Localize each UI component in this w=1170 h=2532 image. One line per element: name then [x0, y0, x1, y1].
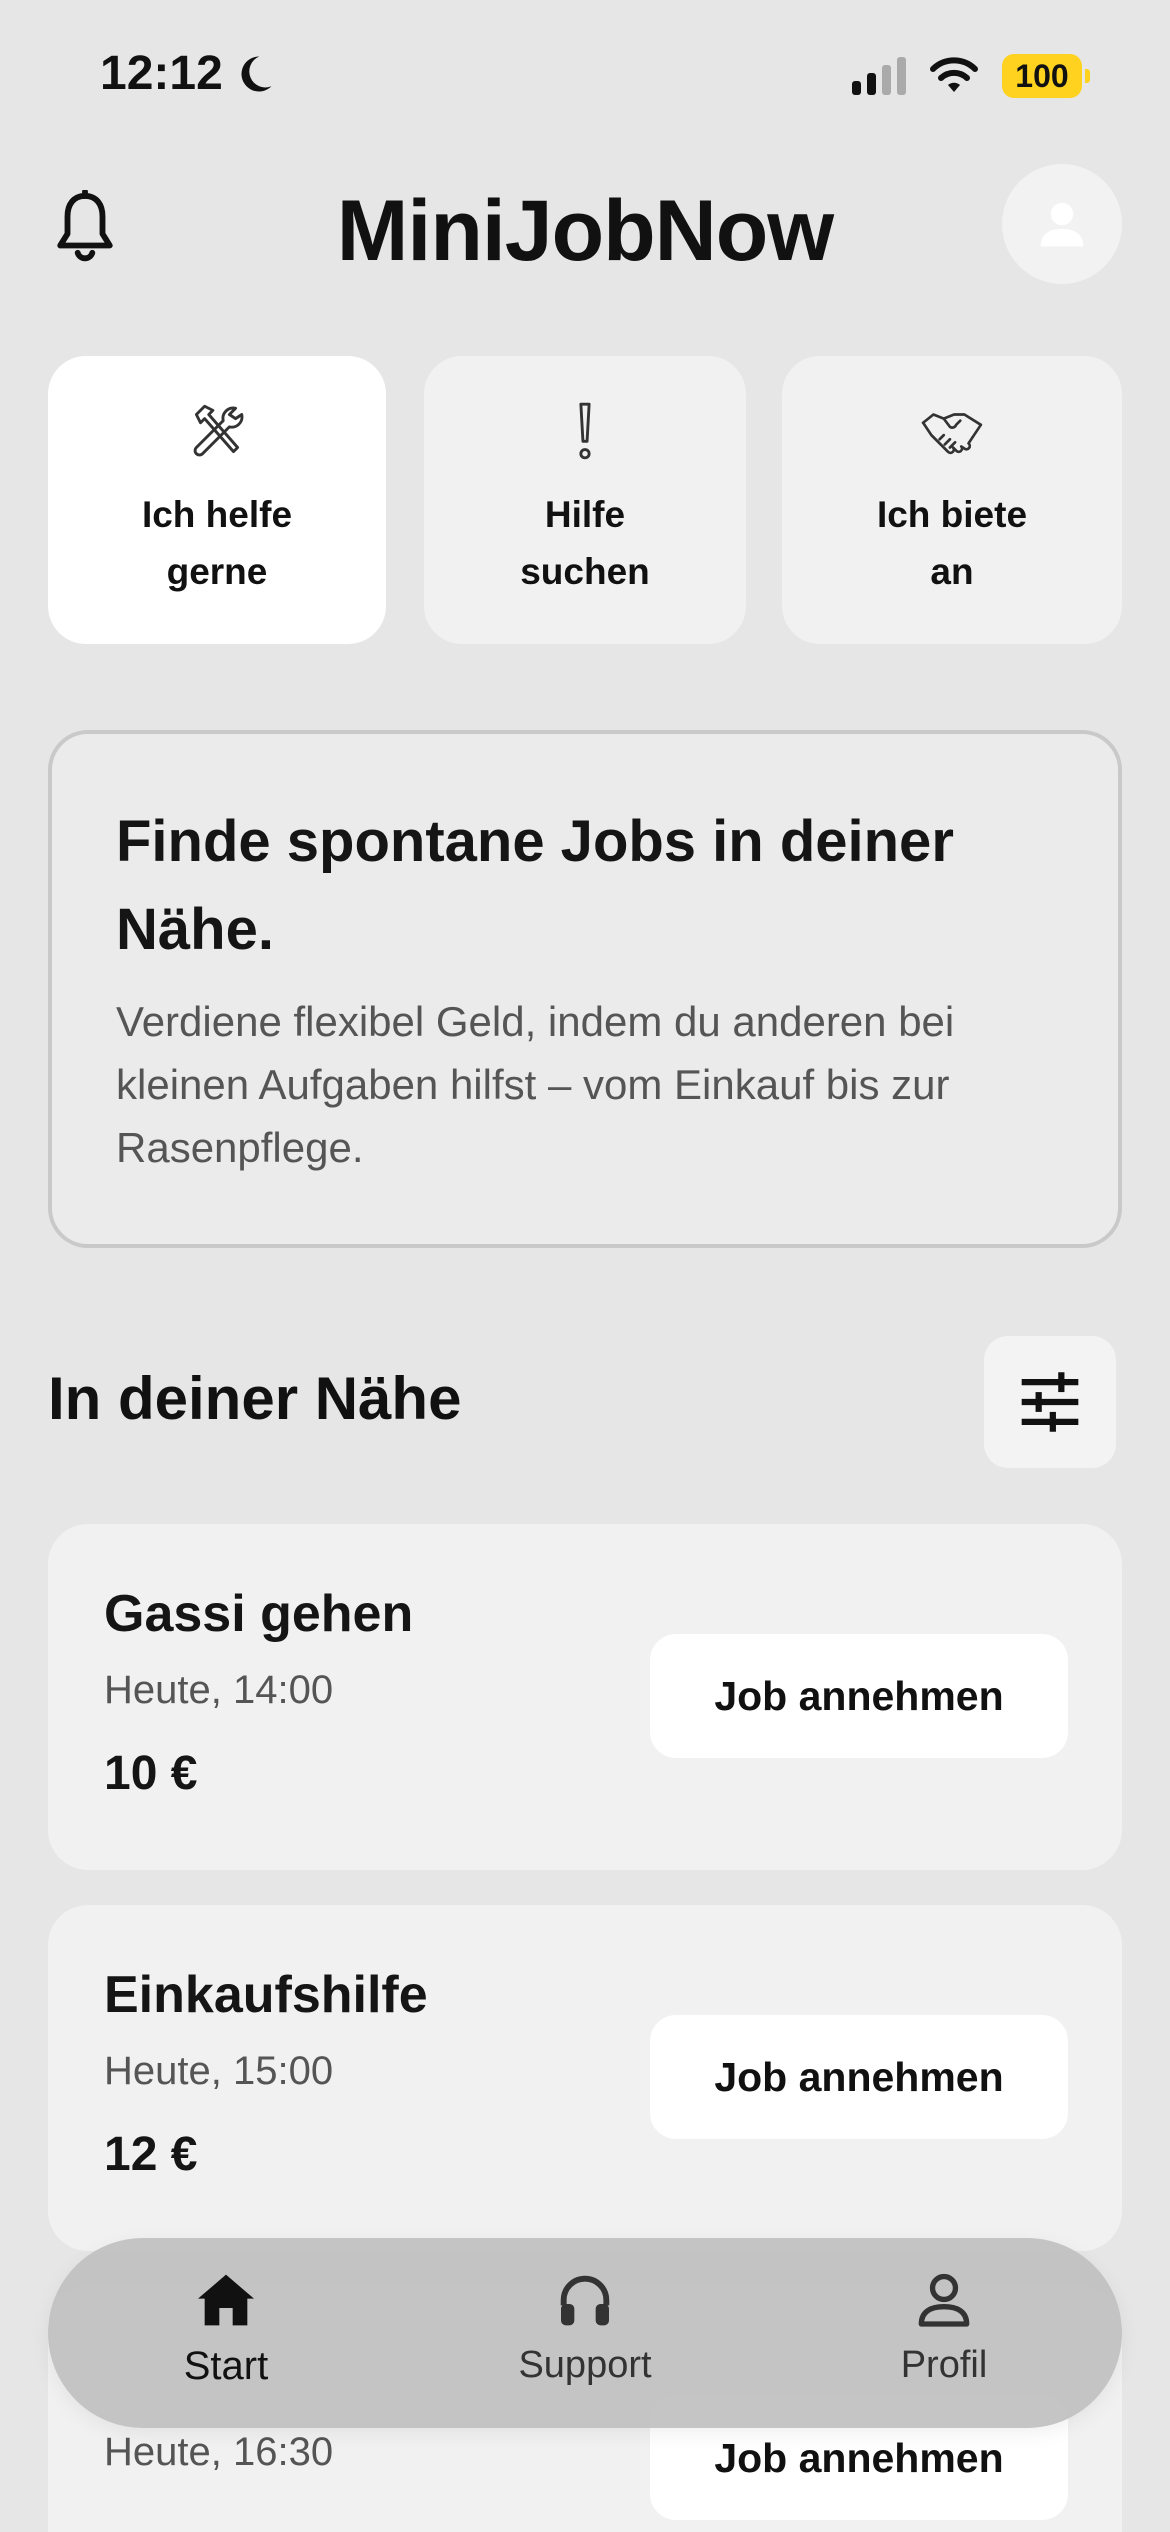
filter-button[interactable]	[984, 1336, 1116, 1468]
accept-job-button[interactable]: Job annehmen	[650, 1634, 1068, 1758]
cellular-signal-icon	[852, 57, 906, 95]
role-label: Ich helfe gerne	[141, 494, 293, 592]
moon-icon	[241, 55, 272, 91]
status-time: 12:12	[100, 47, 223, 100]
nav-label: Support	[518, 2344, 652, 2386]
status-bar: 12:12 100	[0, 0, 1170, 150]
role-selector: Ich helfe gerne Hilfe suchen Ich biete a…	[48, 356, 1122, 644]
job-time: Heute, 16:30	[104, 2430, 334, 2474]
role-label: Hilfe suchen	[520, 494, 650, 592]
job-pay: 12 €	[104, 2128, 198, 2181]
app-header: MiniJobNow	[0, 160, 1170, 290]
job-title: Einkaufshilfe	[104, 1966, 428, 2024]
role-label: Ich biete an	[876, 494, 1028, 592]
bottom-navigation: Start Support Profil	[48, 2238, 1122, 2428]
app-title: MiniJobNow	[336, 183, 834, 279]
wifi-icon	[930, 57, 978, 92]
sliders-icon	[1021, 1372, 1079, 1432]
nav-label: Start	[183, 2344, 269, 2388]
nav-item-support[interactable]: Support	[465, 2268, 705, 2387]
status-time-group: 12:12	[100, 46, 275, 101]
job-title: Gassi gehen	[104, 1585, 414, 1643]
role-tile-ich-biete-an[interactable]: Ich biete an	[782, 356, 1122, 644]
section-title-nearby: In deiner Nähe	[48, 1365, 462, 1432]
job-card: Gassi gehen Heute, 14:00 10 € Job annehm…	[48, 1524, 1122, 1870]
exclamation-icon	[579, 402, 591, 460]
nav-item-profil[interactable]: Profil	[824, 2268, 1064, 2387]
accept-job-button[interactable]: Job annehmen	[650, 2015, 1068, 2139]
status-indicators: 100	[852, 54, 1090, 98]
home-icon	[198, 2274, 254, 2326]
hammer-wrench-icon	[193, 404, 244, 457]
profile-avatar-button[interactable]	[1002, 164, 1122, 284]
headphones-icon	[560, 2275, 610, 2326]
intro-card: Finde spontane Jobs in deiner Nähe. Verd…	[48, 730, 1122, 1248]
profile-avatar-icon	[1040, 202, 1084, 247]
job-time: Heute, 14:00	[104, 1668, 334, 1712]
person-icon	[918, 2273, 970, 2327]
battery-icon: 100	[1002, 54, 1090, 98]
role-tile-ich-helfe-gerne[interactable]: Ich helfe gerne	[48, 356, 386, 644]
job-time: Heute, 15:00	[104, 2049, 334, 2093]
job-card: Einkaufshilfe Heute, 15:00 12 € Job anne…	[48, 1905, 1122, 2251]
job-pay: 10 €	[104, 1747, 198, 1800]
nav-item-start[interactable]: Start	[106, 2268, 346, 2389]
nav-label: Profil	[900, 2344, 988, 2386]
intro-title: Finde spontane Jobs in deiner Nähe.	[116, 809, 954, 962]
role-tile-hilfe-suchen[interactable]: Hilfe suchen	[424, 356, 746, 644]
battery-level: 100	[1002, 54, 1082, 98]
app-screen: 12:12 100 MiniJobNow Ich helfe gerne Hil…	[0, 0, 1170, 2532]
handshake-icon	[921, 413, 983, 455]
intro-text: Verdiene flexibel Geld, indem du anderen…	[116, 998, 955, 1171]
